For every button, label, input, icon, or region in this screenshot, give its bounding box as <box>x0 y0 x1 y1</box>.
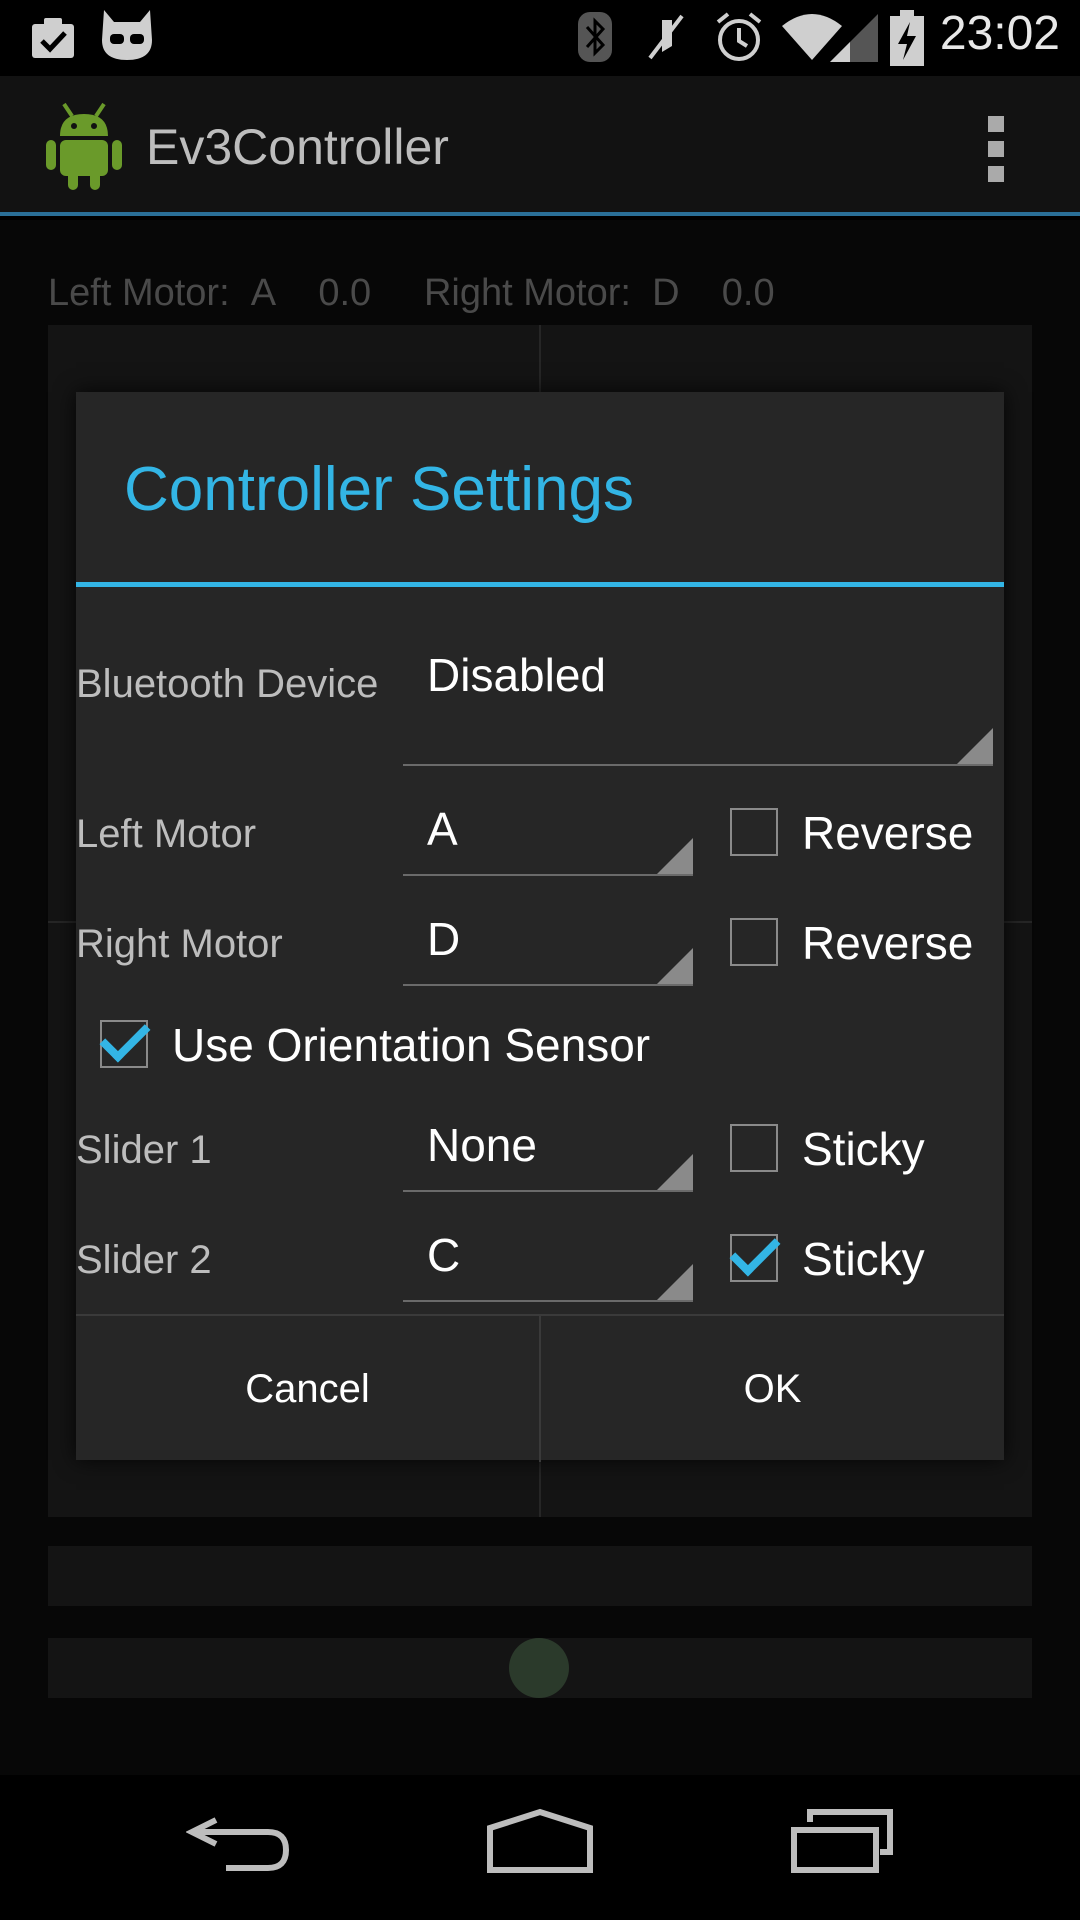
dialog-button-bar: Cancel OK <box>76 1314 1004 1462</box>
slider-knob[interactable] <box>509 1638 569 1698</box>
cyanogen-mascot-icon <box>102 10 152 60</box>
right-motor-label: Right Motor: <box>423 272 631 314</box>
controller-settings-dialog: Controller Settings Bluetooth Device Dis… <box>76 392 1004 1462</box>
right-motor-label: Right Motor <box>76 922 283 966</box>
left-motor-port: A <box>250 272 277 314</box>
left-motor-reverse-label: Reverse <box>802 807 974 859</box>
android-robot-icon <box>46 102 122 190</box>
recents-icon[interactable] <box>790 1806 896 1876</box>
right-motor-value: D <box>427 913 461 965</box>
slider2-label: Slider 2 <box>76 1238 212 1282</box>
spinner-arrow-icon <box>657 948 693 984</box>
bluetooth-device-label: Bluetooth Device <box>76 662 379 706</box>
spinner-arrow-icon <box>657 838 693 874</box>
back-icon[interactable] <box>186 1806 292 1876</box>
right-motor-reverse-checkbox[interactable] <box>730 918 778 966</box>
slider1-value: None <box>427 1119 537 1171</box>
slider1-sticky-label: Sticky <box>802 1123 925 1175</box>
battery-charging-icon <box>890 10 924 66</box>
clipboard-check-icon <box>32 18 74 58</box>
bluetooth-device-value: Disabled <box>427 649 606 701</box>
right-motor-spinner[interactable]: D <box>403 900 693 986</box>
dialog-divider <box>76 582 1004 587</box>
right-motor-port: D <box>652 272 680 314</box>
bluetooth-icon <box>578 12 612 62</box>
left-motor-value: 0.0 <box>318 272 372 314</box>
slider1-label: Slider 1 <box>76 1128 212 1172</box>
slider2-spinner[interactable]: C <box>403 1216 693 1302</box>
bluetooth-device-spinner[interactable]: Disabled <box>403 632 993 766</box>
ok-button[interactable]: OK <box>541 1316 1004 1462</box>
spinner-arrow-icon <box>657 1264 693 1300</box>
alarm-icon <box>716 12 762 61</box>
left-motor-label: Left Motor <box>76 812 257 856</box>
slider1-spinner[interactable]: None <box>403 1106 693 1192</box>
dialog-title: Controller Settings <box>124 455 635 524</box>
left-motor-spinner[interactable]: A <box>403 790 693 876</box>
slider-track-1[interactable] <box>48 1546 1032 1606</box>
slider2-sticky-checkbox[interactable] <box>730 1234 778 1282</box>
right-motor-reverse-label: Reverse <box>802 917 974 969</box>
spinner-arrow-icon <box>957 728 993 764</box>
motor-status: Left Motor: A 0.0 Right Motor: D 0.0 <box>48 272 775 315</box>
left-motor-label: Left Motor: <box>48 272 230 314</box>
spinner-arrow-icon <box>657 1154 693 1190</box>
app-title: Ev3Controller <box>146 119 449 175</box>
slider1-sticky-checkbox[interactable] <box>730 1124 778 1172</box>
slider2-sticky-label: Sticky <box>802 1233 925 1285</box>
left-motor-reverse-checkbox[interactable] <box>730 808 778 856</box>
orientation-sensor-checkbox[interactable] <box>100 1020 148 1068</box>
action-bar: Ev3Controller <box>0 76 1080 216</box>
signal-icon <box>830 14 878 62</box>
home-icon[interactable] <box>484 1806 596 1876</box>
cancel-button[interactable]: Cancel <box>76 1316 539 1462</box>
clock-time: 23:02 <box>939 7 1060 60</box>
left-motor-value: A <box>427 803 458 855</box>
navigation-bar <box>0 1776 1080 1920</box>
right-motor-value: 0.0 <box>721 272 775 314</box>
orientation-sensor-label: Use Orientation Sensor <box>172 1019 651 1071</box>
slider2-value: C <box>427 1229 461 1281</box>
muted-icon <box>648 14 684 60</box>
overflow-menu-icon[interactable] <box>986 116 1006 186</box>
status-bar: 23:02 <box>0 0 1080 76</box>
